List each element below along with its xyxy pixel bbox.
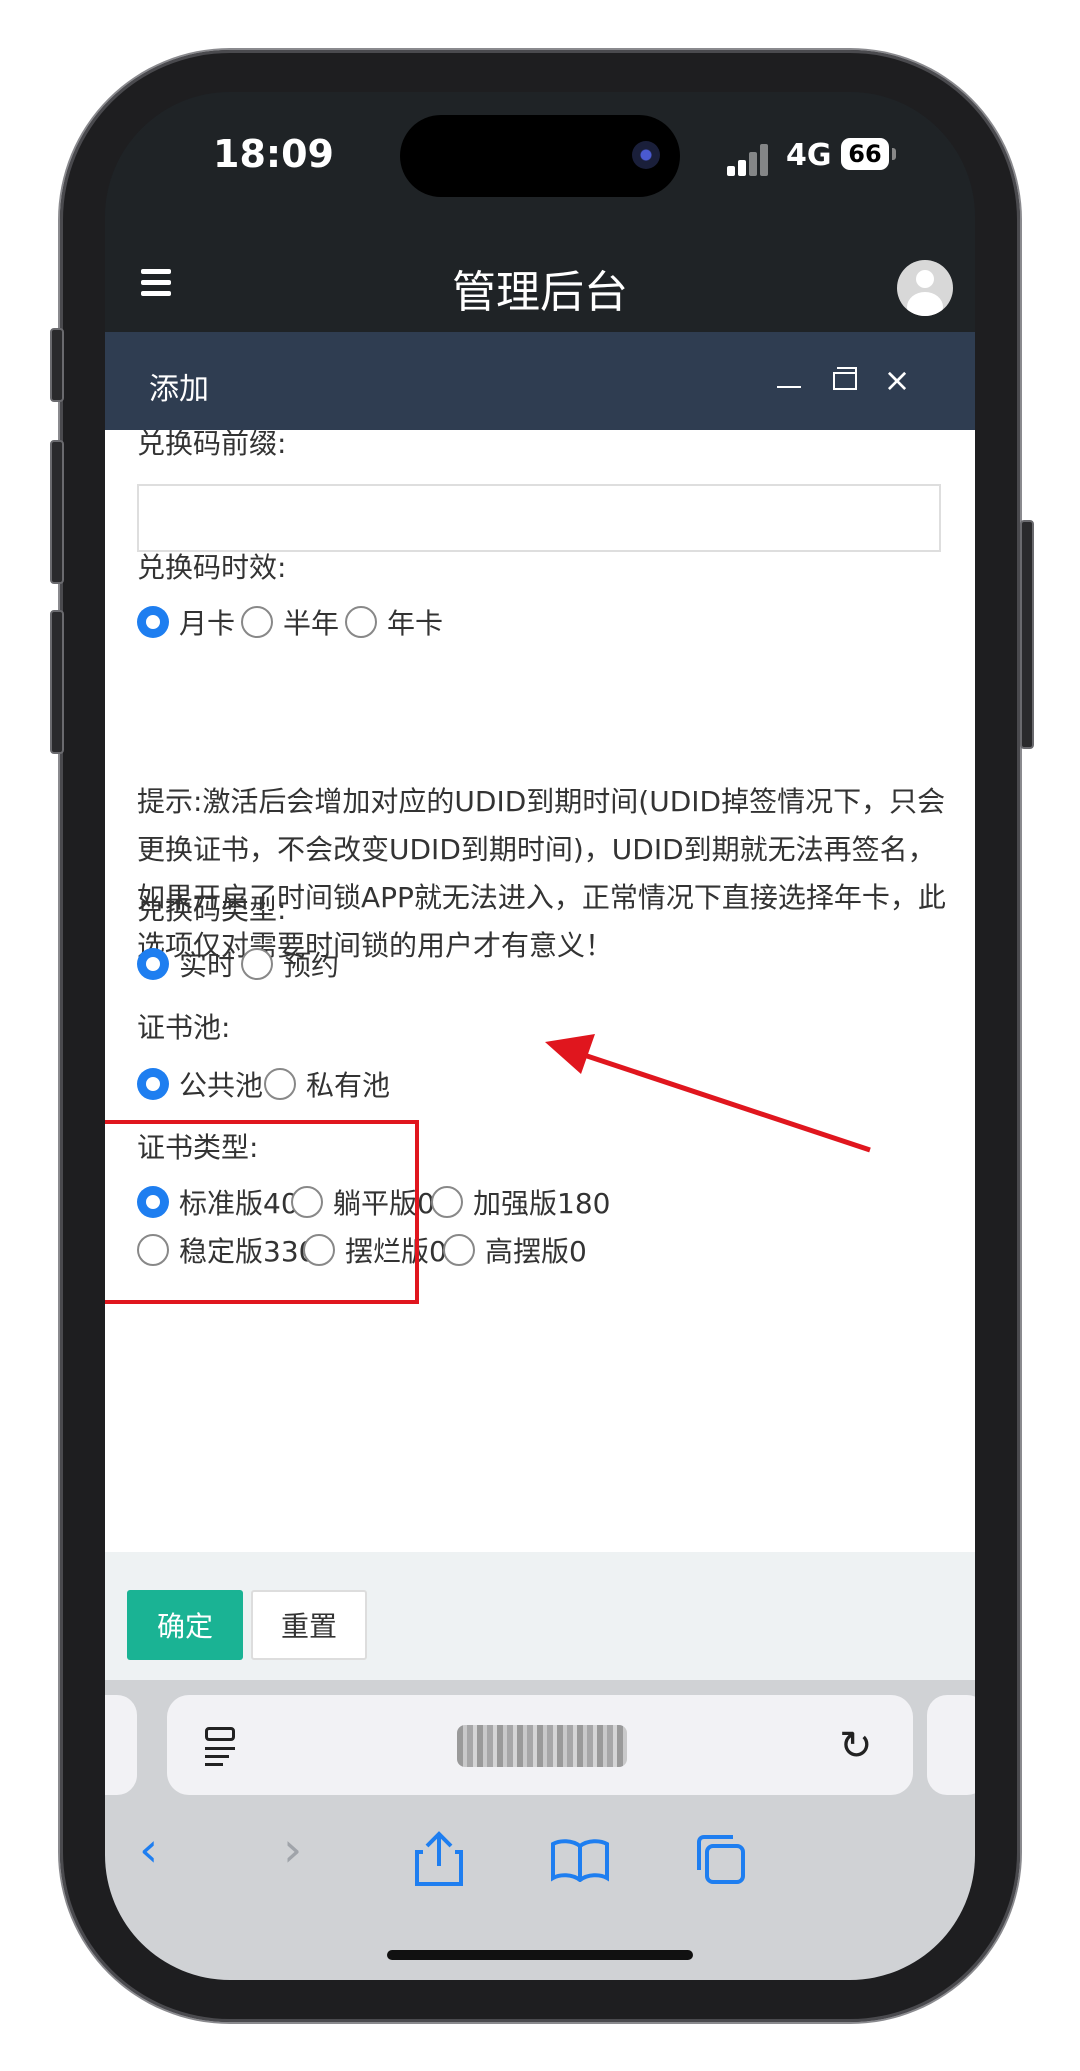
radio-checked-icon (137, 1068, 169, 1100)
minimize-icon[interactable] (769, 360, 809, 400)
volume-up-button (50, 440, 64, 584)
radio-cert-enhanced[interactable]: 加强版180 (431, 1182, 610, 1222)
dialog-title: 添加 (149, 372, 209, 407)
volume-down-button (50, 610, 64, 754)
close-icon[interactable]: × (877, 360, 917, 400)
status-time: 18:09 (213, 132, 334, 176)
forward-icon[interactable]: › (283, 1822, 302, 1878)
camera-icon (632, 141, 660, 169)
prefix-input[interactable] (137, 484, 941, 552)
radio-unchecked-icon (264, 1068, 296, 1100)
home-indicator (387, 1950, 693, 1960)
validity-label: 兑换码时效: (137, 551, 287, 584)
tip-text: 提示:激活后会增加对应的UDID到期时间(UDID掉签情况下，只会更换证书，不会… (137, 785, 946, 962)
radio-cert-high[interactable]: 高摆版0 (443, 1230, 587, 1270)
radio-checked-icon (137, 606, 169, 638)
battery-icon: 66 (841, 138, 896, 170)
radio-unchecked-icon (241, 948, 273, 980)
status-bar: 18:09 4G 66 (105, 92, 975, 242)
radio-checked-icon (137, 948, 169, 980)
reload-icon[interactable]: ↻ (839, 1723, 873, 1769)
confirm-button[interactable]: 确定 (127, 1590, 243, 1660)
phone-screen: 18:09 4G 66 管理后台 添加 × 兑换码前缀: 兑换码时效: 月卡 半… (105, 92, 975, 1980)
reader-icon[interactable] (205, 1725, 237, 1766)
dialog-header: 添加 × (105, 332, 975, 430)
app-title: 管理后台 (452, 267, 628, 318)
back-icon[interactable]: ‹ (139, 1822, 158, 1878)
power-button (1020, 520, 1034, 749)
radio-half-year[interactable]: 半年 (241, 602, 339, 642)
radio-unchecked-icon (241, 606, 273, 638)
radio-unchecked-icon (443, 1234, 475, 1266)
app-header: 管理后台 (105, 242, 975, 332)
radio-reserve[interactable]: 预约 (241, 944, 339, 984)
next-tab-edge[interactable] (927, 1695, 975, 1795)
radio-private-pool[interactable]: 私有池 (264, 1064, 390, 1104)
browser-toolbar: ↻ ‹ › (105, 1680, 975, 1980)
radio-month[interactable]: 月卡 (137, 602, 235, 642)
bookmarks-icon[interactable] (550, 1836, 610, 1882)
mute-switch (50, 328, 64, 402)
url-blurred (457, 1725, 627, 1767)
radio-unchecked-icon (431, 1186, 463, 1218)
annotation-arrow-icon (545, 1034, 871, 1153)
prefix-label: 兑换码前缀: (137, 430, 287, 460)
highlight-box (105, 1120, 419, 1304)
dialog-footer: 确定 重置 (105, 1552, 975, 1680)
share-icon[interactable] (413, 1830, 465, 1888)
type-label: 兑换码类型: (137, 893, 287, 926)
signal-icon (727, 142, 777, 176)
radio-public-pool[interactable]: 公共池 (137, 1064, 263, 1104)
avatar[interactable] (897, 260, 953, 316)
maximize-icon[interactable] (823, 360, 863, 400)
reset-button[interactable]: 重置 (251, 1590, 367, 1660)
radio-unchecked-icon (345, 606, 377, 638)
prev-tab-edge[interactable] (105, 1695, 137, 1795)
tabs-icon[interactable] (693, 1832, 747, 1886)
radio-realtime[interactable]: 实时 (137, 944, 235, 984)
dialog-form: 兑换码前缀: 兑换码时效: 月卡 半年 年卡 提示:激活后会增加对应的UDID到… (105, 430, 975, 1552)
network-type: 4G (786, 138, 832, 173)
radio-year[interactable]: 年卡 (345, 602, 443, 642)
dynamic-island (400, 115, 680, 197)
address-bar[interactable]: ↻ (167, 1695, 913, 1795)
pool-label: 证书池: (137, 1011, 231, 1044)
